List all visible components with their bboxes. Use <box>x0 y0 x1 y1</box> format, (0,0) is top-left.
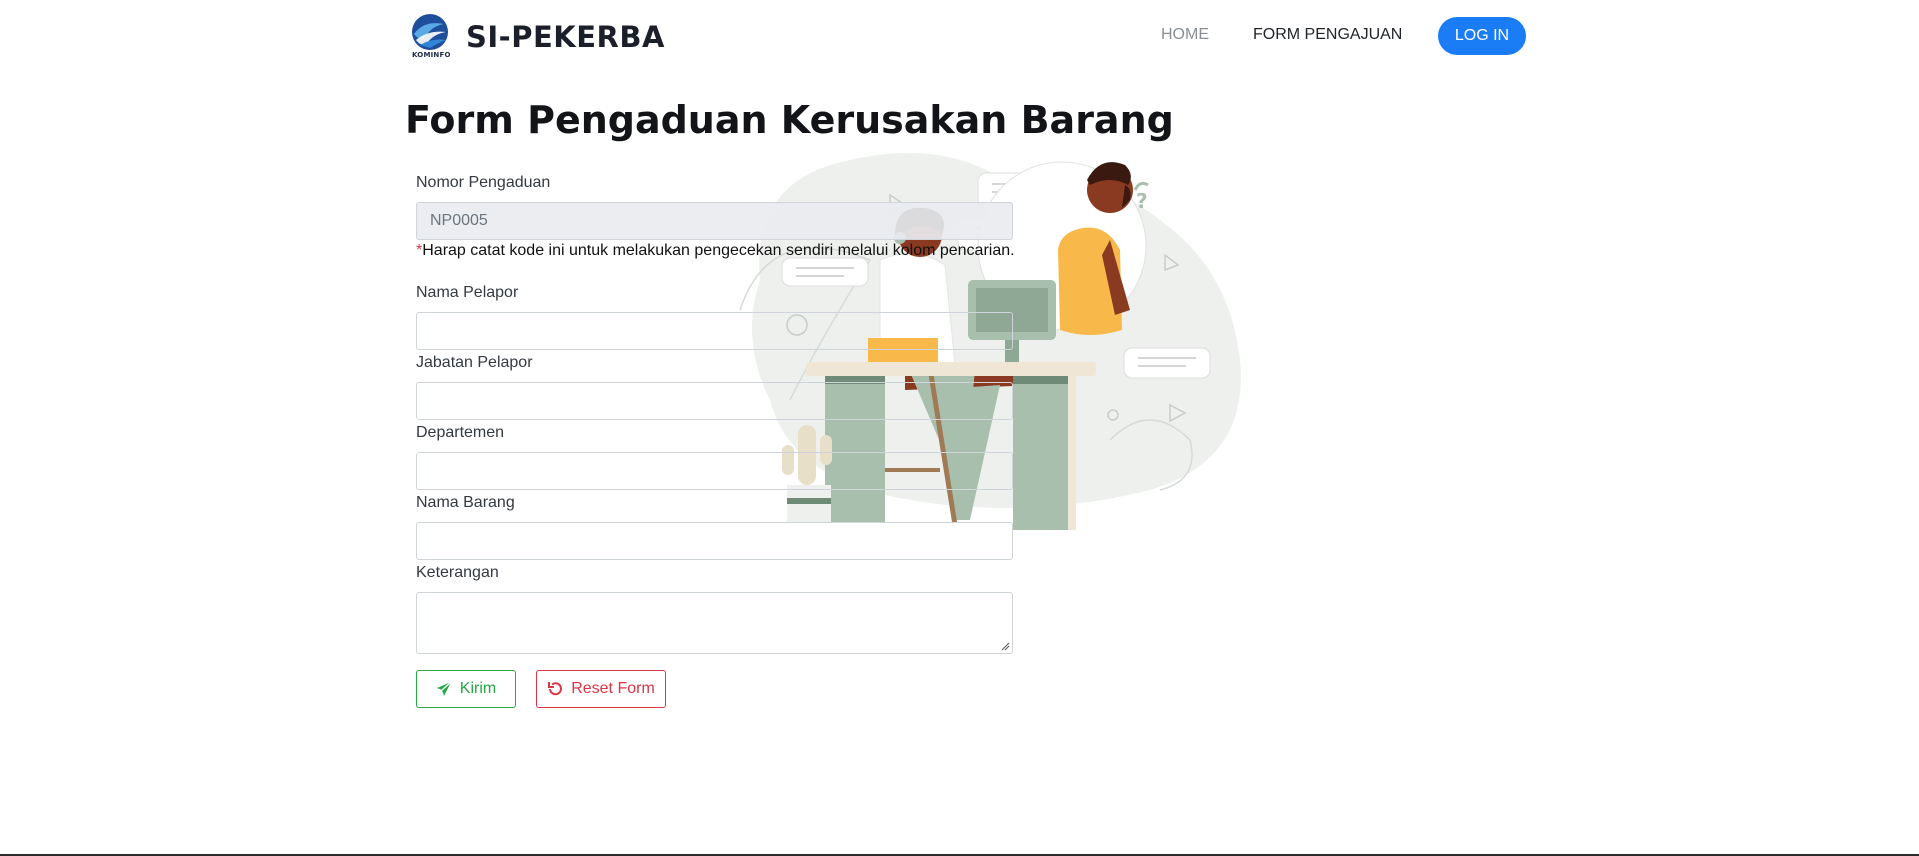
nama-pelapor-label: Nama Pelapor <box>416 284 519 301</box>
nama-pelapor-input[interactable] <box>416 312 1013 350</box>
nav-home-link[interactable]: HOME <box>1161 26 1209 44</box>
keterangan-textarea[interactable] <box>416 592 1013 654</box>
logo-text: KOMINFO <box>412 51 451 59</box>
kominfo-logo: KOMINFO <box>410 12 450 62</box>
nomor-pengaduan-value: NP0005 <box>430 212 488 229</box>
jabatan-pelapor-label: Jabatan Pelapor <box>416 354 533 371</box>
departemen-input[interactable] <box>416 452 1013 490</box>
login-button[interactable]: LOG IN <box>1438 17 1526 55</box>
kirim-button[interactable]: Kirim <box>416 670 516 708</box>
brand[interactable]: KOMINFO SI-PEKERBA <box>410 12 665 62</box>
brand-name: SI-PEKERBA <box>466 20 665 54</box>
paper-plane-icon <box>436 681 452 696</box>
nomor-hint: *Harap catat kode ini untuk melakukan pe… <box>416 242 1015 260</box>
kirim-label: Kirim <box>459 680 497 697</box>
reset-form-button[interactable]: Reset Form <box>536 670 666 708</box>
reset-form-label: Reset Form <box>571 680 655 697</box>
navbar: KOMINFO SI-PEKERBA HOME FORM PENGAJUAN L… <box>0 0 1919 72</box>
nomor-pengaduan-label: Nomor Pengaduan <box>416 174 551 191</box>
resize-grip-icon[interactable] <box>1001 642 1010 651</box>
nomor-pengaduan-field: NP0005 <box>416 202 1013 240</box>
keterangan-label: Keterangan <box>416 564 499 581</box>
jabatan-pelapor-input[interactable] <box>416 382 1013 420</box>
departemen-label: Departemen <box>416 424 505 441</box>
undo-icon <box>548 682 563 696</box>
nav-form-pengajuan-link[interactable]: FORM PENGAJUAN <box>1253 26 1402 44</box>
svg-text:?: ? <box>1136 189 1148 213</box>
hint-text: Harap catat kode ini untuk melakukan pen… <box>422 242 1015 259</box>
nama-barang-label: Nama Barang <box>416 494 515 511</box>
nama-barang-input[interactable] <box>416 522 1013 560</box>
page-title: Form Pengaduan Kerusakan Barang <box>405 98 1174 142</box>
